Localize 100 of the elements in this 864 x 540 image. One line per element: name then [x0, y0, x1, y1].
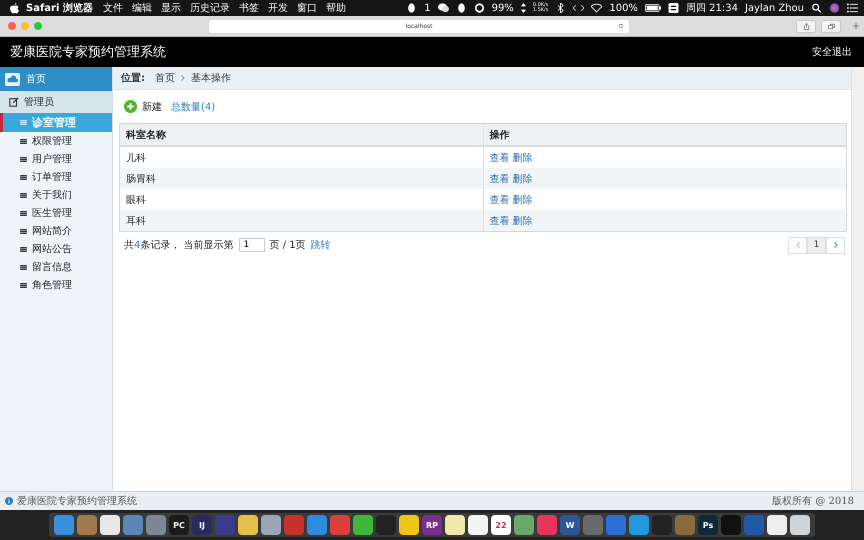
chevron-right-icon — [834, 242, 838, 248]
dock-app-icon[interactable] — [468, 515, 488, 535]
apple-icon[interactable] — [10, 2, 19, 14]
record-summary: 共4条记录， 当前显示第 — [124, 238, 234, 252]
list-icon — [20, 282, 27, 288]
battery-reading: 100% — [609, 2, 638, 14]
dock-app-icon[interactable] — [238, 515, 258, 535]
info-icon — [5, 497, 13, 505]
scrollbar[interactable] — [851, 67, 864, 491]
reload-icon[interactable] — [618, 23, 624, 29]
breadcrumb-label: 位置: — [121, 72, 145, 85]
action-link[interactable]: 查看 — [490, 214, 510, 228]
sidebar-item[interactable]: 角色管理 — [0, 276, 112, 294]
menu-item[interactable]: 开发 — [268, 1, 288, 15]
share-button[interactable] — [796, 20, 816, 32]
jump-link[interactable]: 跳转 — [310, 238, 331, 252]
dock-app-icon[interactable]: W — [560, 515, 580, 535]
action-link[interactable]: 查看 — [490, 150, 510, 164]
ring-icon[interactable] — [474, 3, 485, 13]
dock-app-icon[interactable] — [514, 515, 534, 535]
sidebar-item[interactable]: 订单管理 — [0, 168, 112, 186]
dock-app-icon[interactable] — [353, 515, 373, 535]
sidebar-item[interactable]: 用户管理 — [0, 150, 112, 168]
chevron-left-icon — [796, 242, 800, 248]
page-total: 页 / 1页 — [270, 239, 306, 252]
list-icon — [20, 156, 27, 162]
dock-app-icon[interactable]: IJ — [192, 515, 212, 535]
table-cell-text: 肠胃科 — [125, 172, 157, 186]
close-button[interactable] — [8, 22, 16, 30]
menu-item[interactable]: 帮助 — [326, 1, 346, 15]
copyright-text: 版权所有 @ 2018 — [772, 494, 854, 508]
chat-icon[interactable] — [438, 3, 449, 13]
user-name[interactable]: Jaylan Zhou — [744, 2, 804, 14]
tabs-icon — [828, 22, 834, 30]
next-page-button[interactable] — [826, 236, 845, 254]
up-down-arrows-icon — [520, 3, 526, 13]
action-link[interactable]: 删除 — [512, 150, 532, 164]
page-field[interactable]: 1 — [238, 238, 265, 252]
dock-app-icon[interactable] — [790, 515, 810, 535]
list-icon[interactable] — [847, 3, 858, 13]
list-icon — [20, 174, 27, 180]
list-icon — [20, 228, 27, 234]
action-link[interactable]: 删除 — [512, 192, 532, 206]
dock-app-icon[interactable]: PC — [169, 515, 189, 535]
action-link[interactable]: 删除 — [512, 214, 532, 228]
tabs-button[interactable] — [821, 20, 841, 32]
dock-app-icon[interactable]: 22 — [491, 515, 511, 535]
menu-item[interactable]: 编辑 — [132, 1, 152, 15]
sidebar-item[interactable]: 网站公告 — [0, 240, 112, 258]
sidebar-item[interactable]: 网站简介 — [0, 222, 112, 240]
breadcrumb-link[interactable]: 基本操作 — [191, 71, 231, 85]
sidebar-item[interactable]: 留言信息 — [0, 258, 112, 276]
action-link[interactable]: 查看 — [490, 172, 510, 186]
column-header: 操作 — [482, 124, 846, 145]
edit-icon — [9, 97, 19, 107]
sidebar-item[interactable]: 权限管理 — [0, 132, 112, 150]
table-cell-text: 耳科 — [125, 214, 147, 228]
dock-app-icon[interactable] — [261, 515, 281, 535]
dock-app-icon[interactable] — [100, 515, 120, 535]
breadcrumb-link[interactable]: 首页 — [155, 71, 175, 85]
total-count-link[interactable]: 总数量(4) — [171, 100, 216, 114]
dock-app-icon[interactable] — [399, 515, 419, 535]
clock[interactable]: 周四 21:34 — [686, 1, 738, 15]
new-button[interactable]: 新建 — [124, 100, 162, 114]
list-icon — [20, 246, 27, 252]
list-icon — [20, 264, 27, 270]
list-icon — [20, 210, 27, 216]
notification-count: 1 — [424, 2, 431, 14]
table-cell-text: 儿科 — [125, 152, 147, 166]
logout-link[interactable]: 安全退出 — [812, 45, 852, 59]
search-icon[interactable] — [811, 3, 822, 13]
new-tab-icon[interactable] — [852, 22, 860, 30]
home-nav-item[interactable]: 首页 — [0, 67, 112, 91]
siri-icon[interactable] — [829, 3, 840, 13]
action-link[interactable]: 删除 — [512, 172, 532, 186]
dock-app-icon[interactable] — [767, 515, 787, 535]
column-header: 科室名称 — [124, 128, 167, 142]
code-arrows-icon[interactable] — [573, 3, 584, 13]
menu-item[interactable]: 书签 — [238, 1, 259, 15]
menu-item[interactable]: 文件 — [102, 1, 123, 15]
dock-app-icon[interactable]: RP — [422, 515, 442, 535]
list-icon — [20, 192, 27, 198]
sidebar-item[interactable]: 关于我们 — [0, 186, 112, 204]
cloud-icon — [5, 72, 20, 86]
wifi-icon[interactable] — [591, 3, 602, 13]
app-tile-icon[interactable] — [668, 3, 679, 13]
sidebar-group-header[interactable]: 管理员 — [0, 91, 112, 113]
menu-item[interactable]: 显示 — [160, 1, 181, 15]
battery-icon[interactable] — [644, 3, 661, 13]
cpu-reading: 99% — [492, 2, 514, 14]
page-button[interactable]: 1 — [807, 236, 826, 254]
action-link[interactable]: 查看 — [490, 192, 510, 206]
dock-app-icon[interactable]: Ps — [698, 515, 718, 535]
sidebar-item[interactable]: 医生管理 — [0, 204, 112, 222]
menu-item[interactable]: 窗口 — [296, 1, 317, 15]
list-icon — [20, 120, 27, 125]
bluetooth-icon[interactable] — [555, 3, 566, 13]
menu-item[interactable]: 历史记录 — [190, 1, 230, 15]
dock-app-icon[interactable] — [445, 515, 465, 535]
menu-app-name[interactable]: Safari 浏览器 — [26, 1, 93, 15]
